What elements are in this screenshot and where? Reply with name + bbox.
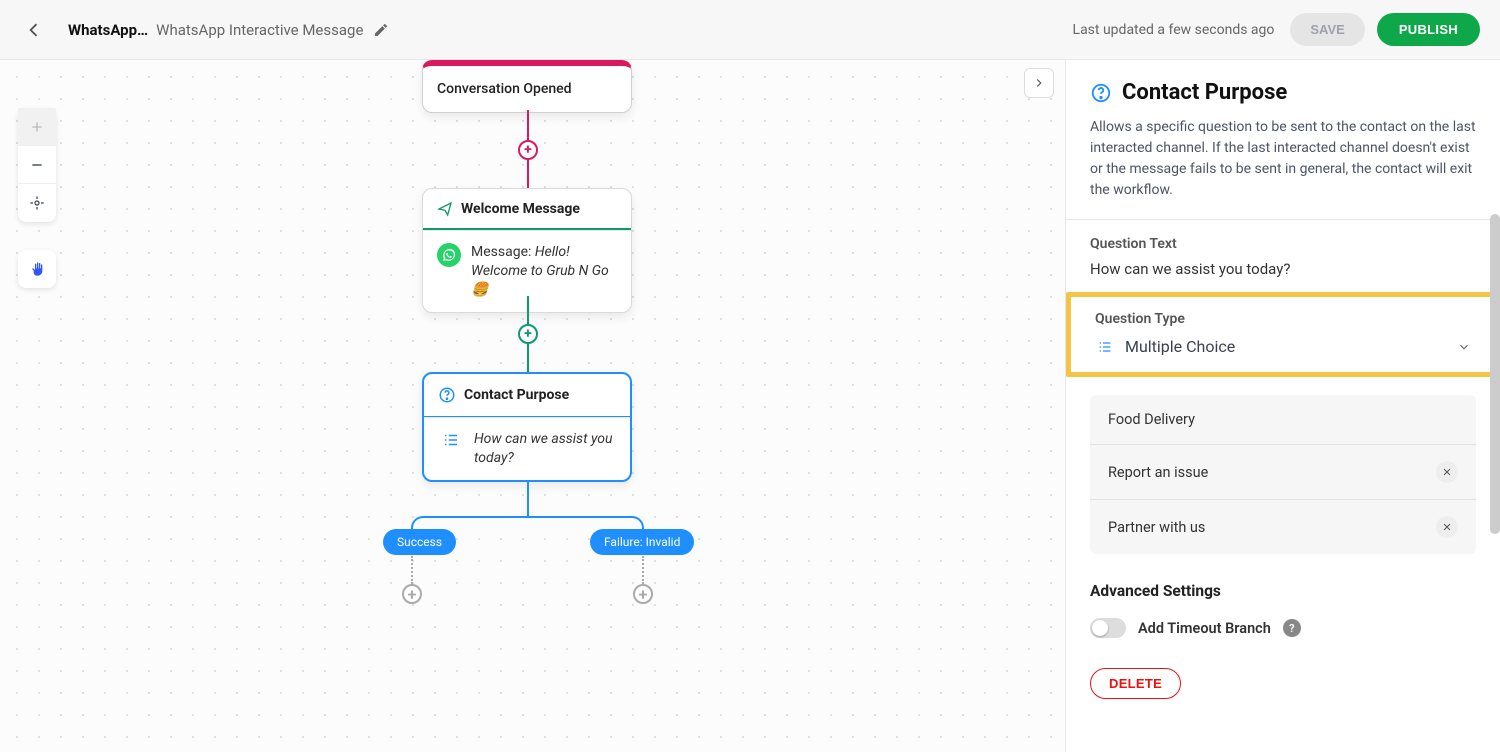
question-type-value: Multiple Choice	[1125, 337, 1235, 356]
question-text-field[interactable]: Question Text How can we assist you toda…	[1090, 220, 1476, 292]
workflow-subtitle: WhatsApp Interactive Message	[156, 21, 363, 39]
choice-label: Food Delivery	[1108, 411, 1195, 428]
add-step-after-conversation[interactable]: +	[518, 140, 538, 160]
timeout-branch-label: Add Timeout Branch	[1138, 620, 1271, 637]
node-question-text: How can we assist you today?	[474, 430, 616, 468]
remove-choice-button[interactable]	[1436, 461, 1458, 483]
panel-title-row: Contact Purpose	[1090, 80, 1476, 105]
pan-hand-button[interactable]	[18, 250, 56, 288]
list-icon	[1095, 339, 1115, 355]
zoom-toolbar	[18, 108, 56, 222]
choice-row[interactable]: Report an issue	[1090, 445, 1476, 500]
add-step-after-welcome[interactable]: +	[518, 324, 538, 344]
delete-button[interactable]: DELETE	[1090, 668, 1181, 699]
panel-description: Allows a specific question to be sent to…	[1090, 117, 1476, 201]
branch-failure-pill[interactable]: Failure: Invalid	[590, 529, 694, 555]
choice-label: Partner with us	[1108, 519, 1205, 536]
choices-list: Food Delivery Report an issue Partner wi…	[1090, 395, 1476, 554]
help-icon[interactable]: ?	[1283, 619, 1301, 637]
node-conversation-opened[interactable]: Conversation Opened	[422, 60, 632, 113]
question-text-label: Question Text	[1090, 236, 1476, 252]
timeout-branch-row: Add Timeout Branch ?	[1090, 618, 1476, 638]
save-button: SAVE	[1290, 13, 1364, 46]
node-welcome-title: Welcome Message	[461, 201, 580, 217]
node-contact-purpose[interactable]: Contact Purpose How can we assist you to…	[422, 372, 632, 482]
close-icon	[1442, 467, 1452, 477]
chevron-down-icon	[1457, 340, 1471, 354]
remove-choice-button[interactable]	[1436, 516, 1458, 538]
question-text-value: How can we assist you today?	[1090, 260, 1476, 278]
pan-toolbar	[18, 250, 56, 288]
branch-success-pill[interactable]: Success	[383, 529, 456, 555]
app-header: WhatsApp… WhatsApp Interactive Message L…	[0, 0, 1500, 60]
panel-question-icon	[1090, 82, 1112, 104]
add-step-branch-success[interactable]: +	[402, 584, 422, 604]
node-conversation-opened-title: Conversation Opened	[423, 66, 631, 112]
question-type-label: Question Type	[1095, 311, 1471, 327]
center-view-button[interactable]	[18, 184, 56, 222]
panel-collapse-handle[interactable]	[1024, 68, 1054, 98]
zoom-in-button	[18, 108, 56, 146]
node-welcome-body-prefix: Message:	[471, 244, 535, 260]
choice-label: Report an issue	[1108, 464, 1208, 481]
choice-row[interactable]: Food Delivery	[1090, 395, 1476, 445]
node-question-title-row: Contact Purpose	[424, 374, 630, 417]
add-step-branch-failure[interactable]: +	[633, 584, 653, 604]
publish-button[interactable]: PUBLISH	[1377, 13, 1480, 46]
branch-failure-connector	[642, 556, 644, 584]
whatsapp-icon	[437, 243, 461, 267]
node-question-title: Contact Purpose	[464, 387, 569, 403]
branch-stem	[527, 481, 529, 516]
node-welcome-title-row: Welcome Message	[423, 189, 631, 230]
multiple-choice-icon	[438, 430, 464, 450]
send-message-icon	[437, 201, 453, 217]
last-updated-text: Last updated a few seconds ago	[1073, 22, 1275, 38]
advanced-settings-heading: Advanced Settings	[1090, 582, 1476, 600]
back-arrow-icon[interactable]	[24, 20, 44, 40]
workflow-name: WhatsApp…	[68, 21, 148, 39]
node-welcome-message[interactable]: Welcome Message Message: Hello! Welcome …	[422, 188, 632, 313]
branch-success-connector	[411, 556, 413, 584]
properties-panel: Contact Purpose Allows a specific questi…	[1065, 60, 1500, 752]
panel-title: Contact Purpose	[1122, 80, 1287, 105]
zoom-out-button[interactable]	[18, 146, 56, 184]
question-type-dropdown[interactable]: Multiple Choice	[1095, 337, 1471, 356]
close-icon	[1442, 522, 1452, 532]
node-question-body: How can we assist you today?	[424, 417, 630, 480]
panel-scrollbar[interactable]	[1490, 214, 1500, 534]
edit-pencil-icon[interactable]	[373, 22, 389, 38]
choice-row[interactable]: Partner with us	[1090, 500, 1476, 554]
question-node-icon	[438, 386, 456, 404]
question-type-highlight-box: Question Type Multiple Choice	[1066, 292, 1500, 377]
timeout-branch-toggle[interactable]	[1090, 618, 1126, 638]
